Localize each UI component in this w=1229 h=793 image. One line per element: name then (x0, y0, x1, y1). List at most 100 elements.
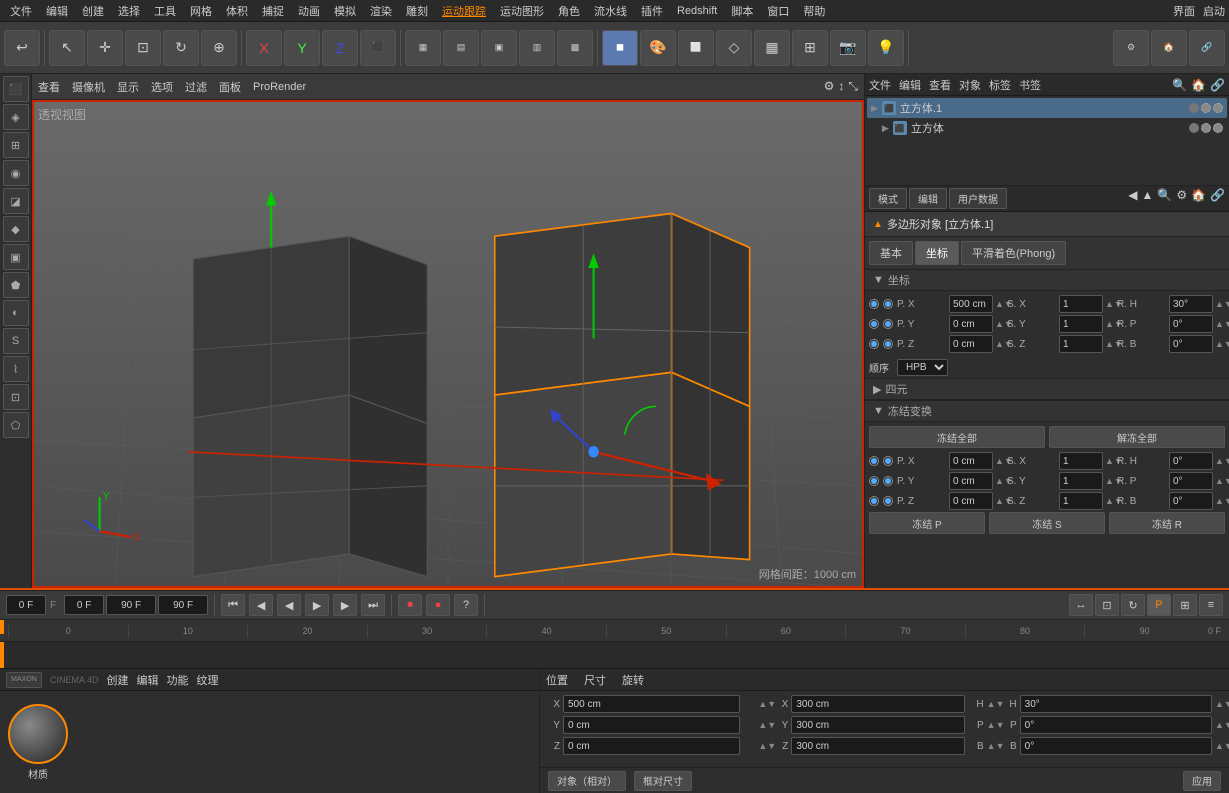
frame-end-short-input[interactable] (106, 595, 156, 615)
pz-input[interactable] (949, 335, 993, 353)
pz-arrow[interactable]: ▲▼ (995, 339, 1005, 349)
fcoord-radio-1[interactable] (869, 456, 879, 466)
menu-character[interactable]: 角色 (552, 1, 586, 21)
size-z-input[interactable] (791, 737, 964, 755)
fcoord-radio-5[interactable] (869, 496, 879, 506)
fcoord-radio-6[interactable] (883, 496, 893, 506)
props-link-icon[interactable]: 🔗 (1210, 188, 1225, 209)
mat-function[interactable]: 功能 (167, 672, 189, 688)
mat-create[interactable]: 创建 (107, 672, 129, 688)
menu-edit[interactable]: 编辑 (40, 1, 74, 21)
menu-plugins[interactable]: 插件 (635, 1, 669, 21)
size-x-arrow[interactable]: ▲▼ (987, 699, 997, 709)
unfreeze-all-btn[interactable]: 解冻全部 (1049, 426, 1225, 448)
menu-mograph[interactable]: 运动图形 (494, 1, 550, 21)
size-mode-btn[interactable]: 框对尺寸 (634, 771, 692, 791)
pos-y-arrow[interactable]: ▲▼ (758, 720, 768, 730)
apply-btn[interactable]: 应用 (1183, 771, 1221, 791)
fpz-arrow[interactable]: ▲▼ (995, 496, 1005, 506)
sx-input[interactable] (1059, 295, 1103, 313)
mode-tab-userdata[interactable]: 用户数据 (949, 188, 1007, 209)
sidebar-icon-9[interactable]: ◐ (3, 300, 29, 326)
rb-input[interactable] (1169, 335, 1213, 353)
rp-arrow[interactable]: ▲▼ (1215, 319, 1225, 329)
menu-file[interactable]: 文件 (4, 1, 38, 21)
sidebar-icon-8[interactable]: ⬟ (3, 272, 29, 298)
rp-input[interactable] (1169, 315, 1213, 333)
key-grid-button[interactable]: ⊞ (1173, 594, 1197, 616)
px-input[interactable] (949, 295, 993, 313)
props-arrow-icon[interactable]: ◀ (1128, 188, 1137, 209)
fsx-input[interactable] (1059, 452, 1103, 470)
universal-tool-button[interactable]: ⊕ (201, 30, 237, 66)
view-cube-button[interactable]: ◼ (602, 30, 638, 66)
freeze-all-btn[interactable]: 冻结全部 (869, 426, 1045, 448)
sidebar-icon-1[interactable]: ⬛ (3, 76, 29, 102)
view-wire-button[interactable]: ◇ (716, 30, 752, 66)
timeline-ruler[interactable]: 0 10 20 30 40 50 60 70 80 90 0 F (0, 620, 1229, 642)
layout-btn-3[interactable]: 🔗 (1189, 30, 1225, 66)
freeze-section-label[interactable]: ▼ 冻结变换 (865, 400, 1229, 422)
px-arrow[interactable]: ▲▼ (995, 299, 1005, 309)
om-view[interactable]: 查看 (929, 77, 951, 93)
sz-arrow[interactable]: ▲▼ (1105, 339, 1115, 349)
rh-arrow[interactable]: ▲▼ (1215, 299, 1225, 309)
object-mode-btn[interactable]: 对象（相对） (548, 771, 626, 791)
frb-arrow[interactable]: ▲▼ (1215, 496, 1225, 506)
layout-btn-1[interactable]: ⚙ (1113, 30, 1149, 66)
mat-edit[interactable]: 编辑 (137, 672, 159, 688)
view-grid-button[interactable]: ⊞ (792, 30, 828, 66)
frp-input[interactable] (1169, 472, 1213, 490)
viewport-icon-3[interactable]: ⤡ (848, 79, 858, 94)
pos-x-arrow[interactable]: ▲▼ (758, 699, 768, 709)
pos-z-input[interactable] (563, 737, 740, 755)
fcoord-radio-2[interactable] (883, 456, 893, 466)
menu-select[interactable]: 选择 (112, 1, 146, 21)
freeze-s-btn[interactable]: 冻结 S (989, 512, 1105, 534)
sx-arrow[interactable]: ▲▼ (1105, 299, 1115, 309)
menu-sculpt[interactable]: 雕刻 (400, 1, 434, 21)
rot-p-input[interactable] (1020, 716, 1212, 734)
menu-help[interactable]: 帮助 (797, 1, 831, 21)
timeline-content[interactable] (0, 642, 1229, 668)
go-start-button[interactable]: ⏮ (221, 594, 245, 616)
order-select[interactable]: HPB (897, 359, 948, 376)
select-tool-button[interactable]: ↖ (49, 30, 85, 66)
sidebar-icon-12[interactable]: ⊡ (3, 384, 29, 410)
om-file[interactable]: 文件 (869, 77, 891, 93)
menu-render[interactable]: 渲染 (364, 1, 398, 21)
sy-arrow[interactable]: ▲▼ (1105, 319, 1115, 329)
scale-tool-button[interactable]: ⊡ (125, 30, 161, 66)
object-item-0[interactable]: ▶ ⬛ 立方体.1 (867, 98, 1227, 118)
fsx-arrow[interactable]: ▲▼ (1105, 456, 1115, 466)
axis-mode-button[interactable]: ⬛ (360, 30, 396, 66)
frh-arrow[interactable]: ▲▼ (1215, 456, 1225, 466)
view-material-button[interactable]: 🎨 (640, 30, 676, 66)
menu-redshift[interactable]: Redshift (671, 3, 723, 19)
rot-h-arrow[interactable]: ▲▼ (1215, 699, 1225, 709)
menu-window[interactable]: 窗口 (761, 1, 795, 21)
fsy-arrow[interactable]: ▲▼ (1105, 476, 1115, 486)
coord-radio-py2[interactable] (883, 319, 893, 329)
viewport-tab-display[interactable]: 显示 (117, 79, 139, 95)
rh-input[interactable] (1169, 295, 1213, 313)
coord-radio-pz[interactable] (869, 339, 879, 349)
menu-motion-tracking[interactable]: 运动跟踪 (436, 1, 492, 21)
sidebar-icon-3[interactable]: ⊞ (3, 132, 29, 158)
menu-volume[interactable]: 体积 (220, 1, 254, 21)
viewport-icon-2[interactable]: ↕ (838, 79, 844, 94)
menu-mesh[interactable]: 网格 (184, 1, 218, 21)
coord-radio-pz2[interactable] (883, 339, 893, 349)
render-region-button[interactable]: ▦ (405, 30, 441, 66)
frh-input[interactable] (1169, 452, 1213, 470)
frp-arrow[interactable]: ▲▼ (1215, 476, 1225, 486)
coord-radio-px2[interactable] (883, 299, 893, 309)
fcoord-radio-3[interactable] (869, 476, 879, 486)
menu-create[interactable]: 创建 (76, 1, 110, 21)
rot-b-input[interactable] (1020, 737, 1212, 755)
menu-pipeline[interactable]: 流水线 (588, 1, 633, 21)
axis-z-button[interactable]: Z (322, 30, 358, 66)
fsy-input[interactable] (1059, 472, 1103, 490)
view-hidden-button[interactable]: ▦ (754, 30, 790, 66)
prev-frame-button[interactable]: ◀ (249, 594, 273, 616)
